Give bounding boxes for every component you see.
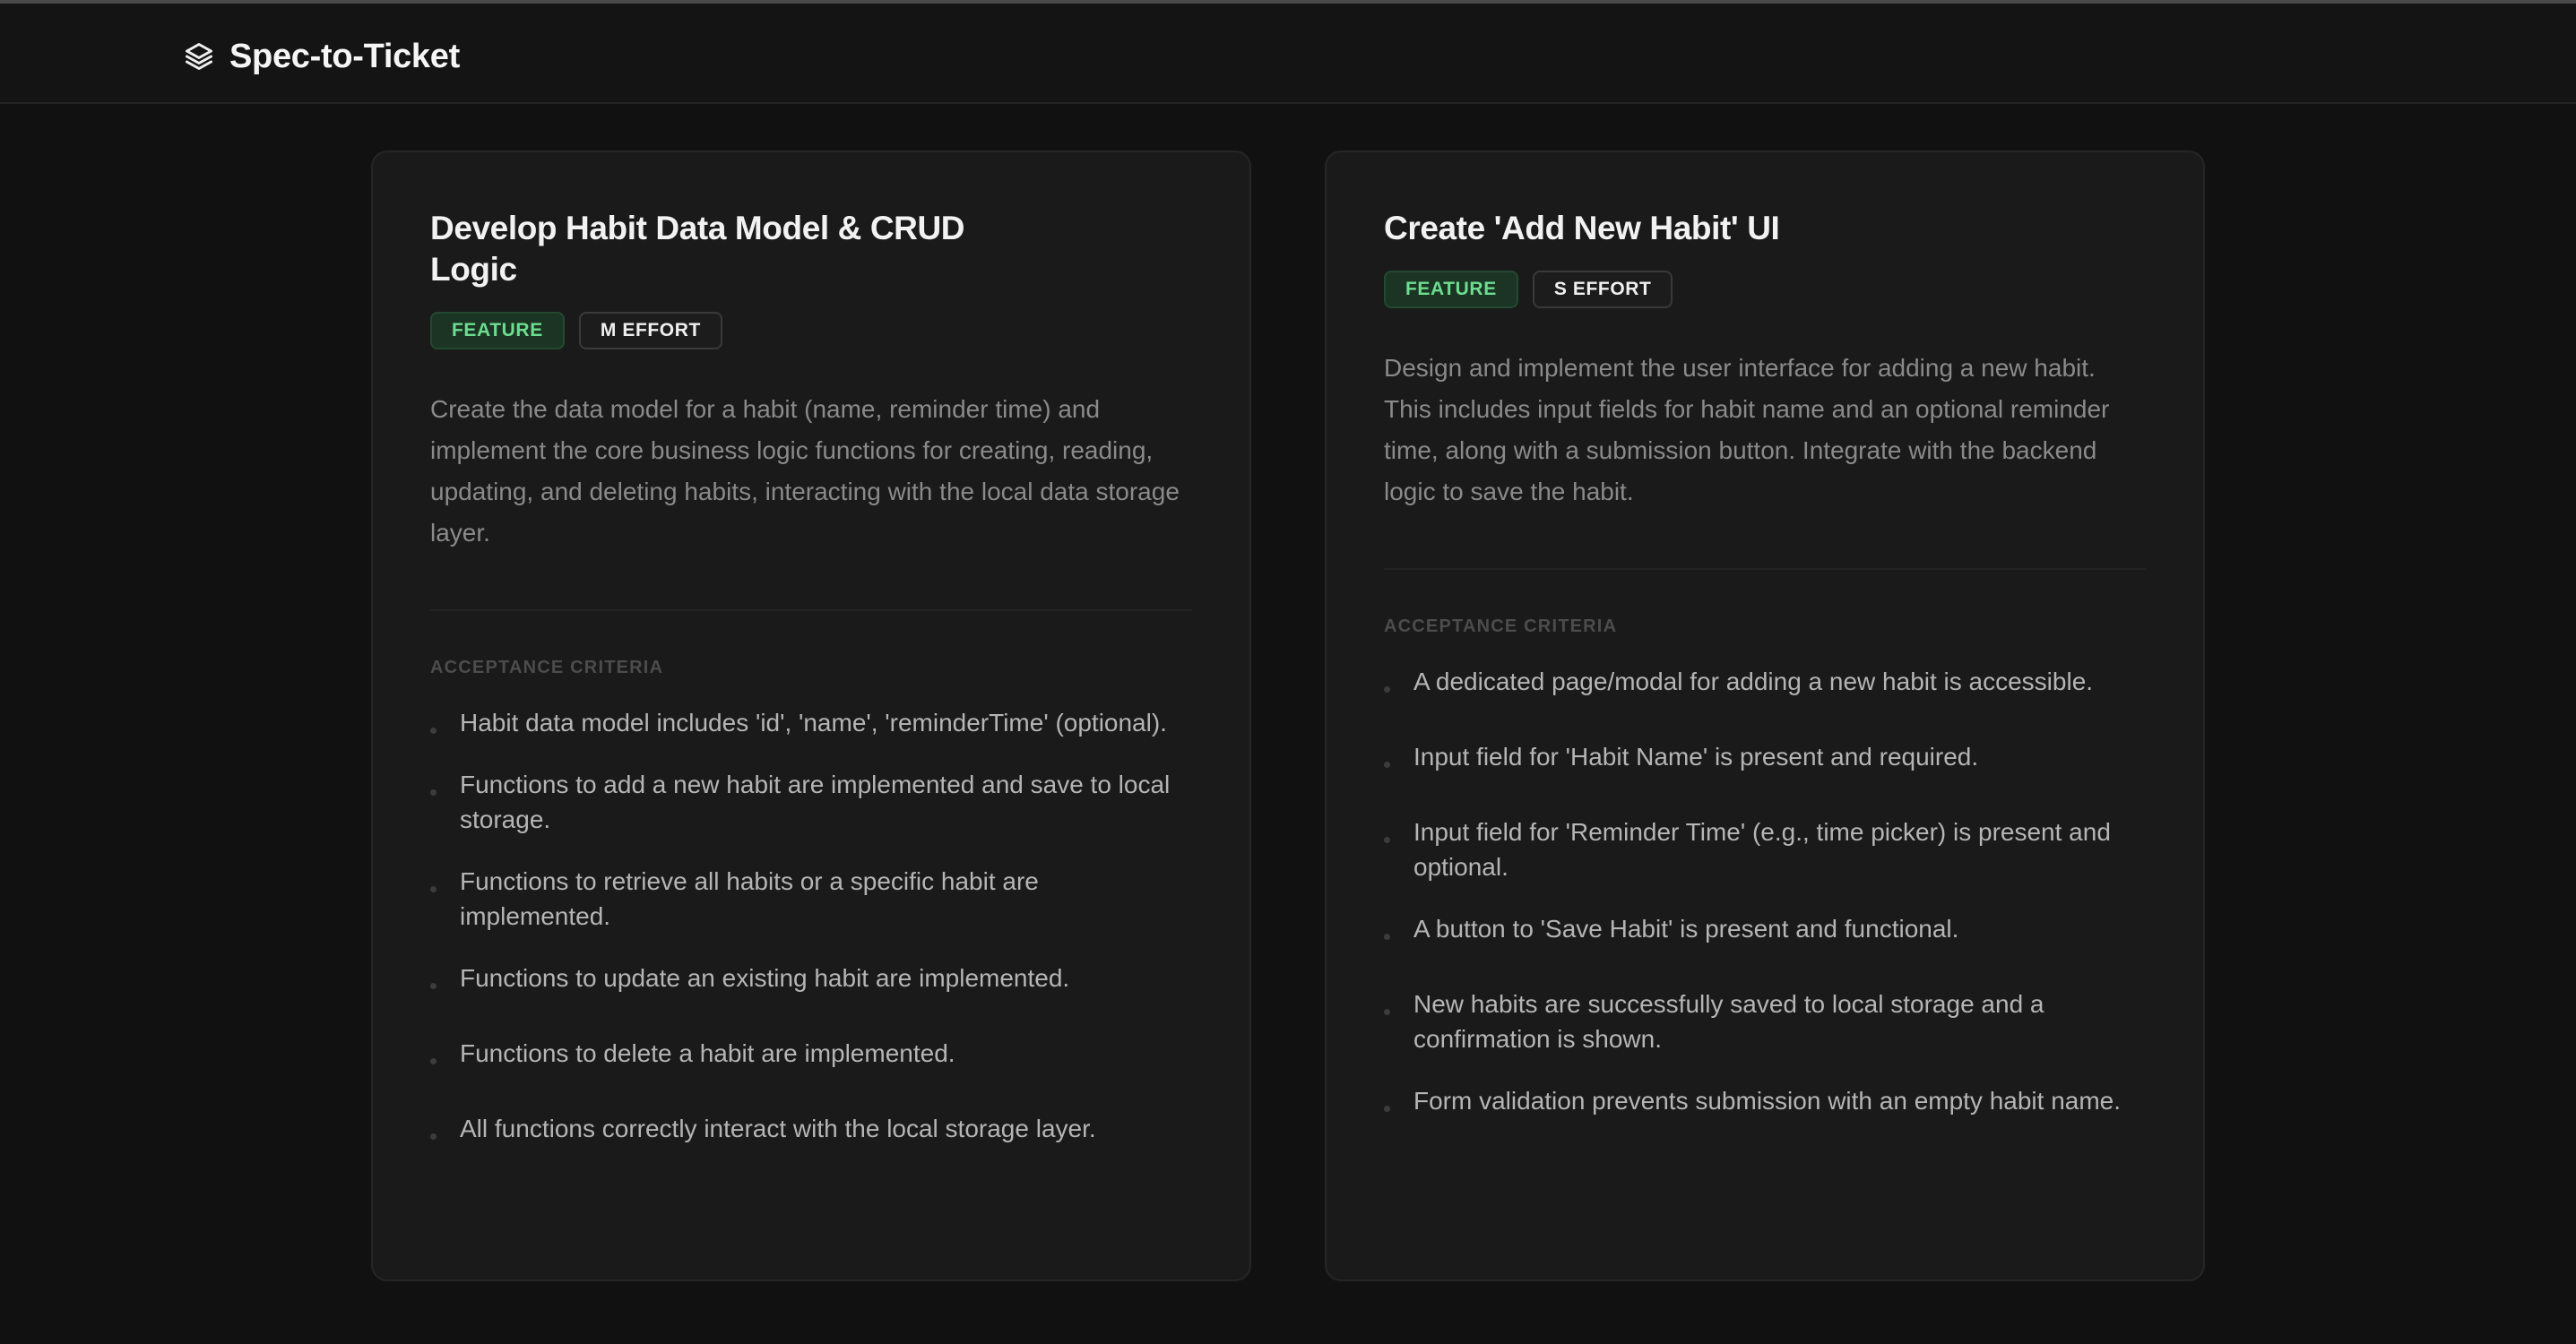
criteria-item: Functions to add a new habit are impleme…: [430, 767, 1192, 837]
criteria-text: A button to 'Save Habit' is present and …: [1413, 915, 1959, 943]
criteria-item: A dedicated page/modal for adding a new …: [1384, 664, 2146, 699]
criteria-text: Input field for 'Reminder Time' (e.g., t…: [1413, 818, 2111, 881]
bullet-icon: [430, 728, 437, 734]
criteria-item: Form validation prevents submission with…: [1384, 1083, 2146, 1118]
ticket-title: Develop Habit Data Model & CRUD Logic: [430, 210, 965, 288]
layers-icon: [183, 40, 215, 73]
criteria-text: Functions to delete a habit are implemen…: [460, 1039, 955, 1067]
divider: [1384, 568, 2146, 570]
criteria-heading: ACCEPTANCE CRITERIA: [430, 658, 664, 677]
effort-badge: S EFFORT: [1532, 271, 1673, 308]
criteria-item: Habit data model includes 'id', 'name', …: [430, 705, 1192, 740]
criteria-item: Functions to update an existing habit ar…: [430, 961, 1192, 995]
criteria-item: Input field for 'Habit Name' is present …: [1384, 739, 2146, 774]
ticket-title: Create 'Add New Habit' UI: [1384, 210, 1780, 246]
criteria-item: Functions to retrieve all habits or a sp…: [430, 864, 1192, 934]
bullet-icon: [1384, 837, 1390, 843]
criteria-heading: ACCEPTANCE CRITERIA: [1384, 616, 1618, 636]
ticket-description: Create the data model for a habit (name,…: [430, 395, 1180, 547]
criteria-item: A button to 'Save Habit' is present and …: [1384, 911, 2146, 946]
bullet-icon: [1384, 934, 1390, 940]
criteria-item: Input field for 'Reminder Time' (e.g., t…: [1384, 814, 2146, 884]
criteria-text: Input field for 'Habit Name' is present …: [1413, 743, 1979, 771]
criteria-list: Habit data model includes 'id', 'name', …: [430, 705, 1192, 1146]
criteria-text: Functions to add a new habit are impleme…: [460, 771, 1171, 833]
criteria-text: Form validation prevents submission with…: [1413, 1087, 2122, 1115]
criteria-text: Habit data model includes 'id', 'name', …: [460, 709, 1167, 737]
bullet-icon: [1384, 1009, 1390, 1015]
criteria-text: All functions correctly interact with th…: [460, 1115, 1096, 1142]
ticket-description: Design and implement the user interface …: [1384, 354, 2110, 505]
criteria-item: Functions to delete a habit are implemen…: [430, 1036, 1192, 1071]
bullet-icon: [430, 789, 437, 796]
ticket-badges: FEATURE S EFFORT: [1384, 271, 2146, 308]
criteria-list: A dedicated page/modal for adding a new …: [1384, 664, 2146, 1118]
bullet-icon: [430, 1133, 437, 1140]
criteria-text: Functions to retrieve all habits or a sp…: [460, 867, 1039, 930]
app-brand[interactable]: Spec-to-Ticket: [183, 34, 460, 79]
app-header: Spec-to-Ticket: [0, 4, 2576, 104]
ticket-card[interactable]: Create 'Add New Habit' UI FEATURE S EFFO…: [1325, 151, 2205, 1281]
app-title: Spec-to-Ticket: [229, 37, 460, 75]
effort-badge: M EFFORT: [578, 312, 722, 349]
type-badge: FEATURE: [430, 312, 565, 349]
bullet-icon: [430, 1058, 437, 1064]
divider: [430, 609, 1192, 611]
bullet-icon: [430, 983, 437, 989]
ticket-badges: FEATURE M EFFORT: [430, 312, 1192, 349]
bullet-icon: [1384, 1106, 1390, 1112]
criteria-text: A dedicated page/modal for adding a new …: [1413, 668, 2094, 695]
criteria-text: New habits are successfully saved to loc…: [1413, 990, 2044, 1053]
criteria-item: New habits are successfully saved to loc…: [1384, 986, 2146, 1056]
ticket-card[interactable]: Develop Habit Data Model & CRUD Logic FE…: [371, 151, 1251, 1281]
type-badge: FEATURE: [1384, 271, 1518, 308]
criteria-item: All functions correctly interact with th…: [430, 1111, 1192, 1146]
bullet-icon: [1384, 686, 1390, 693]
criteria-text: Functions to update an existing habit ar…: [460, 964, 1070, 992]
bullet-icon: [430, 886, 437, 892]
bullet-icon: [1384, 762, 1390, 768]
